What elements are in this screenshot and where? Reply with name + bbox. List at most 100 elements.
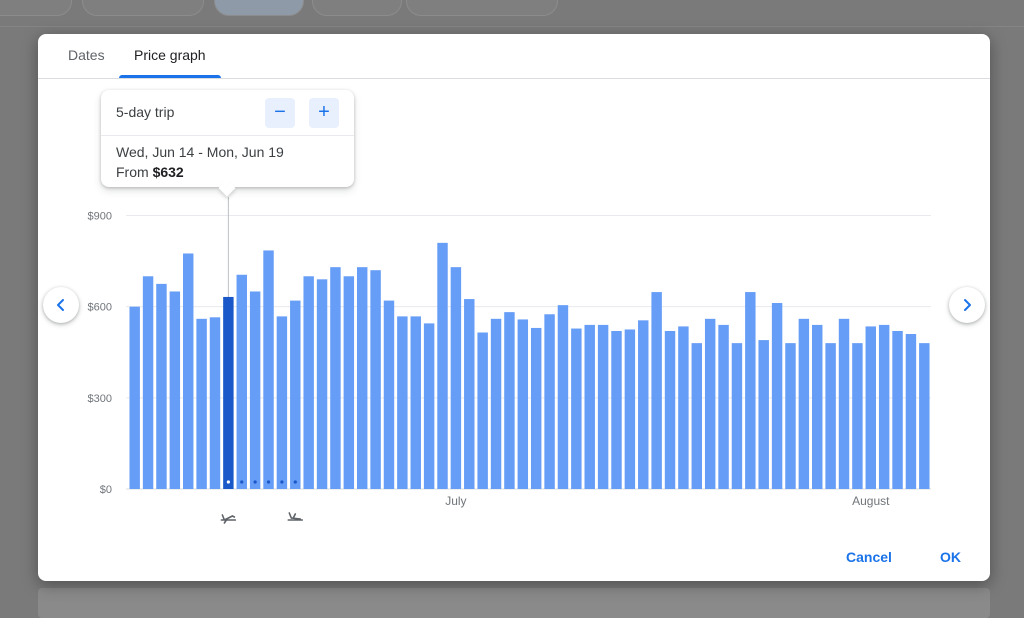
y-axis-ticks: $0 $300 $600 $900: [88, 211, 112, 497]
previous-dates-button[interactable]: [43, 287, 79, 323]
trip-length-row: 5-day trip − +: [101, 90, 354, 136]
trip-details-popup: 5-day trip − + Wed, Jun 14 - Mon, Jun 19…: [101, 90, 354, 197]
price-bar[interactable]: [785, 343, 796, 489]
price-bar[interactable]: [852, 343, 863, 489]
price-bar[interactable]: [236, 274, 247, 489]
month-label: July: [445, 494, 466, 508]
trip-day-dot: [266, 480, 271, 484]
flight-land-icon: [287, 512, 304, 521]
trip-day-dot: [240, 480, 244, 484]
price-bar[interactable]: [691, 343, 703, 489]
background-chip: [406, 0, 558, 16]
background-chip: [82, 0, 204, 16]
background-chip: [214, 0, 304, 16]
price-bar[interactable]: [423, 323, 435, 489]
price-bar[interactable]: [316, 279, 328, 489]
y-tick-label: $300: [88, 393, 112, 405]
price-bar[interactable]: [745, 292, 756, 489]
price-bar[interactable]: [343, 276, 355, 489]
price-bar[interactable]: [624, 329, 636, 489]
price-bar[interactable]: [544, 314, 555, 489]
price-bar[interactable]: [517, 319, 529, 489]
price-bar[interactable]: [678, 326, 689, 489]
x-axis-month-labels: July August: [445, 494, 890, 508]
price-bar[interactable]: [638, 320, 649, 489]
trip-day-dot: [226, 480, 230, 484]
price-bar[interactable]: [919, 343, 930, 489]
price-graph-dialog: Dates Price graph $0 $300 $600 $900 July Aug…: [38, 34, 990, 581]
price-prefix: From: [116, 164, 149, 180]
y-tick-label: $900: [88, 211, 112, 223]
price-bar[interactable]: [209, 317, 221, 489]
y-tick-label: $600: [88, 302, 112, 314]
price-bar[interactable]: [196, 318, 207, 489]
price-bar[interactable]: [129, 306, 140, 489]
cancel-button[interactable]: Cancel: [846, 549, 892, 565]
price-bar[interactable]: [450, 267, 462, 489]
chart-bars: [129, 242, 930, 489]
price-bar[interactable]: [156, 283, 167, 489]
price-bar[interactable]: [490, 318, 502, 489]
price-bar[interactable]: [290, 300, 301, 489]
price-bar[interactable]: [410, 316, 421, 489]
price-bar[interactable]: [383, 300, 395, 489]
price-bar[interactable]: [838, 318, 850, 489]
increase-trip-length-button[interactable]: +: [309, 98, 339, 128]
price-bar[interactable]: [584, 324, 595, 489]
y-tick-label: $0: [100, 484, 112, 496]
price-bar[interactable]: [758, 340, 769, 489]
price-bar[interactable]: [356, 267, 368, 489]
price-bar[interactable]: [303, 276, 314, 489]
trip-length-label: 5-day trip: [116, 104, 175, 120]
price-value: $632: [152, 164, 184, 180]
trip-day-dot: [293, 480, 297, 484]
price-bar[interactable]: [504, 312, 515, 489]
price-bar[interactable]: [571, 328, 582, 489]
price-bar[interactable]: [597, 324, 609, 489]
flight-takeoff-icon: [220, 514, 237, 524]
price-bar[interactable]: [183, 253, 194, 489]
background-chip: [0, 0, 72, 16]
price-bar[interactable]: [892, 330, 903, 489]
chevron-right-icon: [964, 299, 971, 311]
price-bar[interactable]: [169, 291, 181, 489]
price-bar[interactable]: [812, 324, 823, 489]
price-bar[interactable]: [437, 242, 448, 489]
next-dates-button[interactable]: [949, 287, 985, 323]
price-bar[interactable]: [142, 276, 154, 489]
trip-day-dot: [280, 480, 284, 484]
trip-dates: Wed, Jun 14 - Mon, Jun 19: [116, 144, 284, 160]
price-bar[interactable]: [731, 343, 743, 489]
price-bar[interactable]: [276, 316, 288, 489]
month-label: August: [852, 494, 890, 508]
price-bar[interactable]: [798, 318, 810, 489]
price-bar[interactable]: [865, 326, 876, 489]
price-bar[interactable]: [651, 292, 662, 489]
ok-button[interactable]: OK: [940, 549, 961, 565]
price-bar[interactable]: [664, 330, 676, 489]
price-bar[interactable]: [557, 305, 569, 489]
price-bar[interactable]: [771, 303, 783, 489]
price-bar[interactable]: [370, 270, 381, 489]
trip-day-dot: [253, 480, 257, 484]
price-bar[interactable]: [477, 332, 488, 489]
price-bar[interactable]: [878, 324, 890, 489]
price-bar[interactable]: [704, 318, 716, 489]
decrease-trip-length-button[interactable]: −: [265, 98, 295, 128]
background-chip: [312, 0, 402, 16]
price-bar[interactable]: [330, 267, 341, 489]
flight-markers: [220, 512, 304, 524]
price-bar[interactable]: [397, 316, 408, 489]
price-bar[interactable]: [530, 327, 542, 489]
price-bar[interactable]: [464, 299, 475, 489]
selected-price-bar[interactable]: [223, 296, 234, 489]
chevron-left-icon: [57, 299, 64, 311]
price-bar[interactable]: [825, 343, 836, 489]
price-bar[interactable]: [905, 334, 917, 489]
price-bar[interactable]: [249, 291, 261, 489]
price-bar[interactable]: [611, 330, 622, 489]
price-bar[interactable]: [718, 324, 729, 489]
price-bar[interactable]: [263, 250, 274, 489]
trip-price: From $632: [116, 164, 184, 180]
background-divider: [0, 26, 1024, 27]
